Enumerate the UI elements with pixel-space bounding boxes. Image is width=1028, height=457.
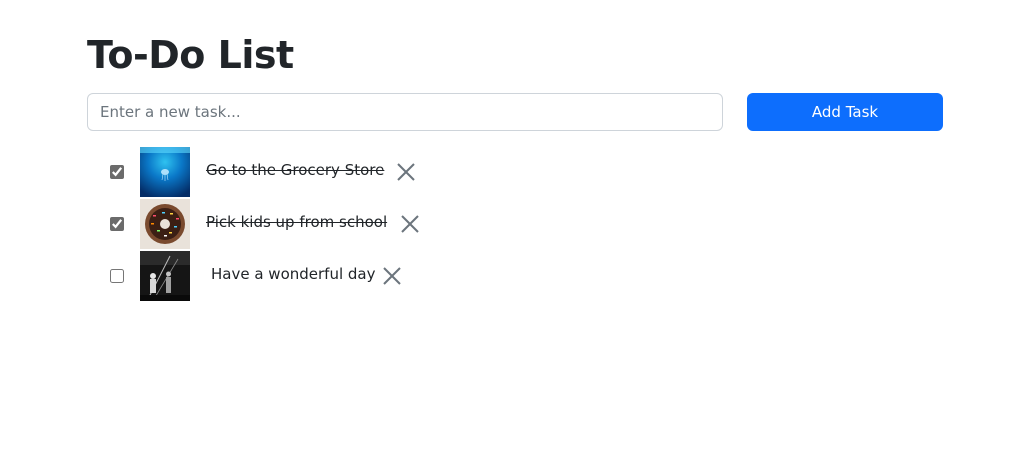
task-item: Go to the Grocery Store bbox=[0, 146, 1028, 198]
close-icon bbox=[383, 267, 401, 285]
task-item: Have a wonderful day bbox=[0, 250, 1028, 302]
task-list: Go to the Grocery Store Pick kids up fro… bbox=[0, 0, 1028, 457]
task-complete-checkbox[interactable] bbox=[110, 269, 124, 283]
task-text: Have a wonderful day bbox=[211, 265, 376, 283]
delete-task-button[interactable] bbox=[395, 161, 417, 183]
todo-app: To-Do List Add Task bbox=[0, 0, 1028, 457]
task-complete-checkbox[interactable] bbox=[110, 165, 124, 179]
task-thumbnail-image bbox=[140, 251, 190, 301]
task-complete-checkbox[interactable] bbox=[110, 217, 124, 231]
task-text: Go to the Grocery Store bbox=[206, 161, 385, 179]
task-thumbnail-image bbox=[140, 199, 190, 249]
task-item: Pick kids up from school bbox=[0, 198, 1028, 250]
close-icon bbox=[397, 163, 415, 181]
task-thumbnail-image bbox=[140, 147, 190, 197]
delete-task-button[interactable] bbox=[381, 265, 403, 287]
close-icon bbox=[401, 215, 419, 233]
delete-task-button[interactable] bbox=[399, 213, 421, 235]
task-text: Pick kids up from school bbox=[206, 213, 388, 231]
